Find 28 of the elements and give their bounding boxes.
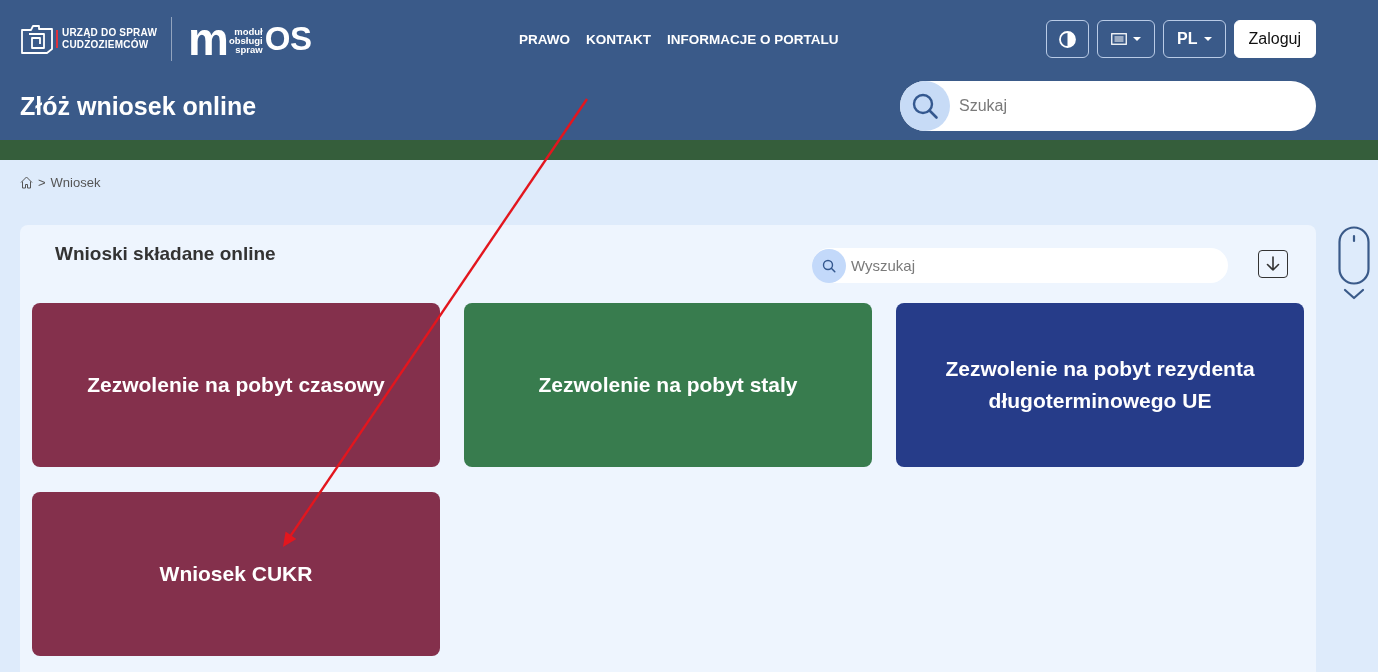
scroll-down-mouse-icon [1338, 226, 1370, 302]
search-icon[interactable] [812, 248, 846, 283]
breadcrumb-item: Wniosek [50, 174, 101, 190]
arrow-down-icon [1266, 256, 1280, 272]
application-tile[interactable]: Wniosek CUKR [32, 492, 440, 656]
display-menu-button[interactable] [1097, 20, 1156, 58]
module-logo-suffix: OS [264, 25, 312, 53]
application-tile[interactable]: Zezwolenie na pobyt staly [464, 303, 872, 467]
page-title: Złóż wniosek online [20, 91, 258, 121]
module-logo-letter: m [188, 24, 228, 54]
contrast-button[interactable] [1046, 20, 1090, 58]
home-icon[interactable] [20, 175, 33, 189]
login-button[interactable]: Zaloguj [1233, 20, 1316, 58]
search-icon[interactable] [900, 81, 950, 131]
download-button[interactable] [1258, 250, 1288, 278]
section-title: Wnioski składane online [55, 243, 276, 265]
nav-link[interactable]: PRAWO [518, 31, 570, 47]
nav-link[interactable]: INFORMACJE O PORTALU [667, 31, 839, 47]
display-icon [1111, 33, 1128, 45]
application-tile[interactable]: Zezwolenie na pobyt czasowy [32, 303, 440, 467]
language-button[interactable]: PL [1163, 20, 1226, 58]
module-logo-tagline: moduł obsługi spraw [228, 27, 263, 54]
nav-link[interactable]: KONTAKT [586, 31, 651, 47]
agency-name: URZĄD DO SPRAW CUDZOZIEMCÓW [62, 27, 158, 51]
application-tile[interactable]: Zezwolenie na pobyt rezydenta długoterminowego UE [896, 303, 1304, 467]
breadcrumb-separator: > [38, 174, 46, 190]
agency-emblem-icon [20, 22, 54, 56]
contrast-icon [1059, 30, 1077, 48]
